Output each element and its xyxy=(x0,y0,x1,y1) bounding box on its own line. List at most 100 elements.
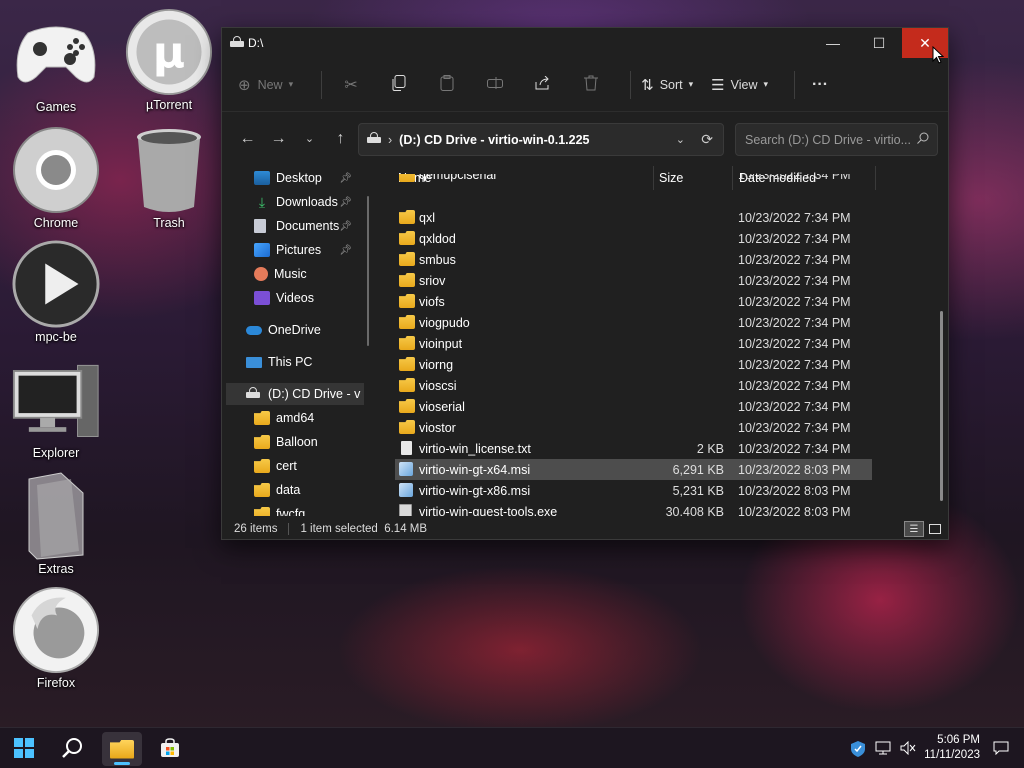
file-row[interactable]: virtio-win-gt-x86.msi 5,231 KB 10/23/2022 … xyxy=(395,480,872,501)
desktop-icon-chrome[interactable]: Chrome xyxy=(6,126,106,230)
sort-icon: ⇅ xyxy=(641,76,654,94)
sort-button[interactable]: ⇅ Sort ▾ xyxy=(641,68,693,102)
sidebar-item-this-pc[interactable]: This PC xyxy=(246,351,362,373)
desktop-icon-label: µTorrent xyxy=(145,98,193,112)
search-icon xyxy=(917,132,929,147)
breadcrumb[interactable]: (D:) CD Drive - virtio-win-0.1.225 xyxy=(399,133,589,147)
executable-icon xyxy=(399,504,412,516)
arrow-left-icon: ← xyxy=(239,129,256,147)
desktop-icon-label: Firefox xyxy=(36,676,76,690)
sidebar-item-amd64[interactable]: amd64 xyxy=(254,407,362,429)
sidebar-item-desktop[interactable]: Desktop 📌︎ xyxy=(254,167,362,189)
desktop-icon-utorrent[interactable]: µ µTorrent xyxy=(119,8,219,112)
clock-time: 5:06 PM xyxy=(937,734,980,746)
sidebar-item-onedrive[interactable]: OneDrive xyxy=(246,319,362,341)
toolbar-divider xyxy=(794,70,796,99)
search-button[interactable] xyxy=(52,732,92,766)
date-modified: 10/23/2022 7:34 PM xyxy=(738,316,851,330)
forward-button[interactable]: → xyxy=(263,124,294,154)
clock[interactable]: 5:06 PM 11/11/2023 xyxy=(924,733,980,763)
folder-row[interactable]: viorng 10/23/2022 7:34 PM xyxy=(395,354,872,375)
copy-button[interactable] xyxy=(380,68,418,102)
sidebar-item-cd-drive[interactable]: (D:) CD Drive - v xyxy=(226,383,364,405)
desktop-icon-firefox[interactable]: Firefox xyxy=(6,586,106,690)
desktop-icon-extras[interactable]: Extras xyxy=(6,472,106,576)
delete-button[interactable] xyxy=(572,68,610,102)
share-button[interactable] xyxy=(524,68,562,102)
sidebar-item-cert[interactable]: cert xyxy=(254,455,362,477)
folder-icon xyxy=(399,294,415,308)
title-bar[interactable]: D:\ — ☐ ✕ xyxy=(222,28,948,58)
more-options-button[interactable]: ··· xyxy=(805,68,835,102)
sidebar-item-label: data xyxy=(276,483,301,497)
sidebar-item-balloon[interactable]: Balloon xyxy=(254,431,362,453)
folder-row[interactable]: vioinput 10/23/2022 7:34 PM xyxy=(395,333,872,354)
folder-row[interactable]: sriov 10/23/2022 7:34 PM xyxy=(395,270,872,291)
drive-icon xyxy=(230,36,244,51)
file-row[interactable]: virtio-win_license.txt 2 KB 10/23/2022 7:3… xyxy=(395,438,872,459)
recent-locations-button[interactable]: ⌄ xyxy=(294,124,325,154)
view-label: View xyxy=(730,77,758,92)
shield-icon[interactable] xyxy=(851,741,865,760)
folder-row[interactable]: vioscsi 10/23/2022 7:34 PM xyxy=(395,375,872,396)
search-input[interactable]: Search (D:) CD Drive - virtio... xyxy=(735,123,938,156)
folder-row[interactable]: qemupciserial 10/23/2022 7:34 PM xyxy=(395,174,872,186)
new-button[interactable]: ⊕ New ▾ xyxy=(238,68,293,102)
folder-row[interactable]: viofs 10/23/2022 7:34 PM xyxy=(395,291,872,312)
date-modified: 10/23/2022 7:34 PM xyxy=(738,174,851,182)
up-button[interactable]: ↑ xyxy=(325,124,356,154)
sidebar-item-label: cert xyxy=(276,459,297,473)
sidebar-item-videos[interactable]: Videos xyxy=(254,287,362,309)
sidebar-item-documents[interactable]: Documents 📌︎ xyxy=(254,215,362,237)
folder-row[interactable]: vioserial 10/23/2022 7:34 PM xyxy=(395,396,872,417)
folder-row[interactable]: viogpudo 10/23/2022 7:34 PM xyxy=(395,312,872,333)
folder-icon xyxy=(399,273,415,287)
view-button[interactable]: ☰ View ▾ xyxy=(711,68,768,102)
maximize-button[interactable]: ☐ xyxy=(856,28,902,58)
sidebar-item-label: OneDrive xyxy=(268,323,321,337)
back-button[interactable]: ← xyxy=(232,124,263,154)
details-view-button[interactable]: ☰ xyxy=(904,521,924,537)
folder-row[interactable]: qxl 10/23/2022 7:34 PM xyxy=(395,207,872,228)
taskbar-store[interactable] xyxy=(150,732,190,766)
sidebar-item-fwcfg[interactable]: fwcfg xyxy=(254,503,362,516)
folder-row[interactable]: viostor 10/23/2022 7:34 PM xyxy=(395,417,872,438)
folder-row[interactable]: qxldod 10/23/2022 7:34 PM xyxy=(395,228,872,249)
sidebar-item-pictures[interactable]: Pictures 📌︎ xyxy=(254,239,362,261)
sidebar-item-music[interactable]: Music xyxy=(254,263,362,285)
start-button[interactable] xyxy=(4,732,44,766)
sidebar-item-downloads[interactable]: ⤓ Downloads 📌︎ xyxy=(254,191,362,213)
date-modified: 10/23/2022 7:34 PM xyxy=(738,274,851,288)
desktop-icon-explorer[interactable]: Explorer xyxy=(6,356,106,460)
chevron-down-icon: ▾ xyxy=(763,79,769,89)
file-size: 2 KB xyxy=(696,442,724,456)
folder-row[interactable]: smbus 10/23/2022 7:34 PM xyxy=(395,249,872,270)
volume-muted-icon[interactable] xyxy=(900,740,916,758)
date-modified: 10/23/2022 7:34 PM xyxy=(738,358,851,372)
rename-button[interactable] xyxy=(476,68,514,102)
navigation-scrollbar[interactable] xyxy=(367,196,369,346)
file-name: qxl xyxy=(419,211,435,225)
taskbar-file-explorer[interactable] xyxy=(102,732,142,766)
desktop-icon-trash[interactable]: Trash xyxy=(119,126,219,230)
sidebar-item-data[interactable]: data xyxy=(254,479,362,501)
address-dropdown-button[interactable]: ⌄ xyxy=(676,133,685,146)
desktop-icon-label: Extras xyxy=(38,562,74,576)
paste-button[interactable] xyxy=(428,68,466,102)
tiles-view-button[interactable] xyxy=(926,521,944,537)
refresh-button[interactable]: ⟳ xyxy=(701,131,713,148)
desktop-icon-games[interactable]: Games xyxy=(6,10,106,114)
music-icon xyxy=(254,267,268,281)
desktop-icon-label: mpc-be xyxy=(35,330,77,344)
desktop-icon-label: Chrome xyxy=(33,216,79,230)
file-row[interactable]: virtio-win-guest-tools.exe 30,408 KB 10/23… xyxy=(395,501,872,516)
file-list-scrollbar[interactable] xyxy=(940,311,943,501)
desktop-icon-mpc-be[interactable]: mpc-be xyxy=(6,240,106,344)
file-row[interactable]: virtio-win-gt-x64.msi 6,291 KB 10/23/2022 … xyxy=(395,459,872,480)
address-bar[interactable]: › (D:) CD Drive - virtio-win-0.1.225 ⌄ ⟳ xyxy=(358,123,724,156)
column-divider[interactable] xyxy=(875,166,876,190)
cut-button[interactable]: ✂ xyxy=(332,68,370,102)
minimize-button[interactable]: — xyxy=(810,28,856,58)
network-icon[interactable] xyxy=(875,741,891,758)
notification-icon[interactable] xyxy=(993,741,1009,758)
